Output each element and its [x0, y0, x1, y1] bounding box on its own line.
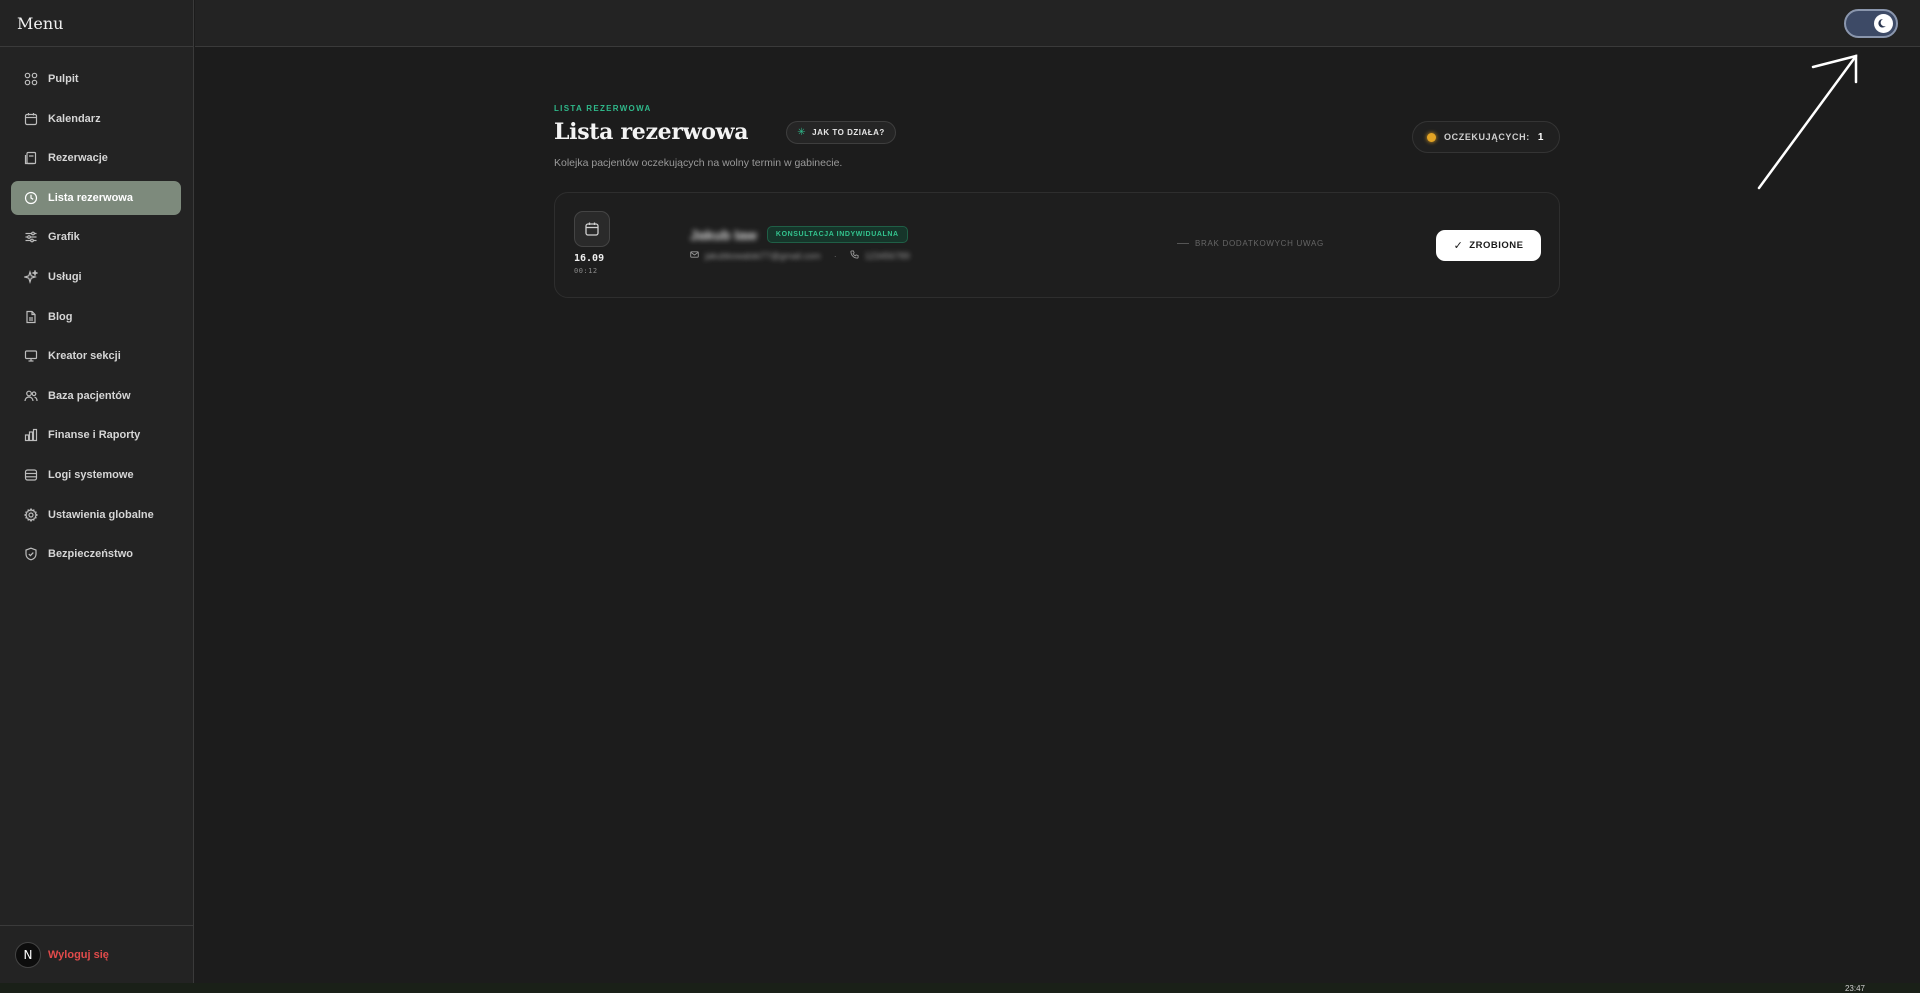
- patient-info: Jakub Iaw KONSULTACJA INDYWIDUALNA jakub…: [690, 226, 910, 261]
- sidebar-header: Menu: [0, 0, 193, 47]
- main-content: LISTA REZERWOWA Lista rezerwowa ✳ JAK TO…: [554, 104, 1560, 298]
- entry-notes: BRAK DODATKOWYCH UWAG: [1177, 239, 1324, 248]
- document-icon: [24, 310, 38, 324]
- avatar: N: [15, 941, 41, 968]
- sidebar-item-blog[interactable]: Blog: [11, 300, 181, 334]
- bar-chart-icon: [24, 428, 38, 442]
- sidebar-item-label: Lista rezerwowa: [48, 191, 133, 204]
- sidebar-item-baza-pacjentow[interactable]: Baza pacjentów: [11, 379, 181, 413]
- mail-icon: [690, 250, 699, 261]
- page-title: Lista rezerwowa: [554, 119, 749, 145]
- sidebar-item-label: Rezerwacje: [48, 152, 108, 165]
- sidebar-item-label: Usługi: [48, 270, 82, 283]
- dashboard-icon: [24, 72, 38, 86]
- sidebar-item-grafik[interactable]: Grafik: [11, 220, 181, 254]
- sidebar-item-label: Pulpit: [48, 73, 79, 85]
- page-subtitle: Kolejka pacjentów oczekujących na wolny …: [554, 157, 843, 169]
- sidebar-item-kalendarz[interactable]: Kalendarz: [11, 102, 181, 136]
- sidebar-item-ustawienia[interactable]: Ustawienia globalne: [11, 498, 181, 532]
- pending-label: OCZEKUJĄCYCH:: [1444, 132, 1530, 142]
- check-icon: ✓: [1453, 240, 1464, 252]
- shield-icon: [24, 547, 38, 561]
- sidebar-title: Menu: [17, 13, 64, 33]
- status-dot-icon: [1427, 132, 1437, 142]
- logout-button[interactable]: N Wyloguj się: [0, 925, 193, 983]
- service-badge: KONSULTACJA INDYWIDUALNA: [766, 226, 908, 243]
- contact-row: jakubkowalski77@gmail.com · 123456789: [690, 250, 910, 261]
- logout-label: Wyloguj się: [48, 948, 109, 961]
- patient-phone[interactable]: 123456789: [865, 251, 910, 261]
- patient-name: Jakub Iaw: [690, 226, 757, 243]
- sidebar-item-kreator-sekcji[interactable]: Kreator sekcji: [11, 339, 181, 373]
- theme-toggle[interactable]: [1844, 9, 1898, 38]
- sidebar-item-label: Grafik: [48, 231, 80, 244]
- entry-date-day: 16.09: [574, 253, 605, 264]
- monitor-icon: [24, 349, 38, 363]
- calendar-icon: [574, 211, 610, 247]
- sliders-icon: [24, 230, 38, 244]
- sidebar-item-lista-rezerwowa[interactable]: Lista rezerwowa: [11, 180, 181, 215]
- pending-count: 1: [1537, 131, 1544, 143]
- sidebar-item-pulpit[interactable]: Pulpit: [11, 62, 181, 96]
- sidebar-item-bezpieczenstwo[interactable]: Bezpieczeństwo: [11, 537, 181, 571]
- contact-separator: ·: [833, 250, 837, 261]
- sidebar-item-uslugi[interactable]: Usługi: [11, 260, 181, 294]
- sidebar-item-label: Ustawienia globalne: [48, 508, 154, 521]
- gear-icon: [24, 507, 38, 522]
- database-icon: [24, 468, 38, 482]
- os-taskbar: 23:47: [0, 983, 1920, 993]
- sidebar-item-rezerwacje[interactable]: Rezerwacje: [11, 141, 181, 175]
- sidebar-item-label: Kreator sekcji: [48, 350, 121, 363]
- sparkle-icon: ✳: [797, 126, 807, 138]
- moon-icon: [1874, 14, 1893, 33]
- sidebar-item-label: Baza pacjentów: [48, 389, 131, 402]
- sidebar-item-label: Kalendarz: [48, 112, 101, 125]
- mark-done-button[interactable]: ✓ ZROBIONE: [1436, 230, 1541, 261]
- title-row: Lista rezerwowa ✳ JAK TO DZIAŁA? OCZEKUJ…: [554, 119, 1560, 153]
- annotation-arrow: [1757, 54, 1858, 190]
- page-eyebrow: LISTA REZERWOWA: [554, 104, 652, 113]
- calendar-icon: [24, 112, 38, 126]
- pending-count-badge: OCZEKUJĄCYCH: 1: [1412, 121, 1560, 153]
- sidebar: Menu Pulpit Kalendarz Rezerwacje Lista r…: [0, 0, 194, 983]
- how-it-works-label: JAK TO DZIAŁA?: [812, 127, 885, 137]
- entry-date: 16.09 00:12: [574, 211, 610, 275]
- sidebar-item-logi[interactable]: Logi systemowe: [11, 458, 181, 492]
- sidebar-item-finanse[interactable]: Finanse i Raporty: [11, 418, 181, 452]
- topbar: [195, 0, 1920, 47]
- taskbar-clock: 23:47: [1844, 984, 1865, 993]
- sidebar-nav: Pulpit Kalendarz Rezerwacje Lista rezerw…: [0, 47, 193, 571]
- notes-divider: [1177, 243, 1189, 244]
- how-it-works-button[interactable]: ✳ JAK TO DZIAŁA?: [786, 120, 896, 144]
- sidebar-item-label: Finanse i Raporty: [48, 429, 141, 442]
- entry-date-time: 00:12: [574, 267, 598, 275]
- mark-done-label: ZROBIONE: [1469, 240, 1524, 251]
- sidebar-item-label: Blog: [48, 310, 73, 323]
- notes-text: BRAK DODATKOWYCH UWAG: [1195, 239, 1324, 248]
- waitlist-entry-card: 16.09 00:12 Jakub Iaw KONSULTACJA INDYWI…: [554, 192, 1560, 298]
- sparkles-icon: [24, 269, 38, 284]
- phone-icon: [850, 250, 859, 261]
- sidebar-item-label: Bezpieczeństwo: [48, 548, 133, 561]
- reservations-icon: [24, 151, 38, 165]
- patient-email[interactable]: jakubkowalski77@gmail.com: [705, 251, 821, 261]
- users-icon: [24, 389, 38, 403]
- clock-icon: [24, 191, 38, 205]
- sidebar-item-label: Logi systemowe: [48, 468, 134, 481]
